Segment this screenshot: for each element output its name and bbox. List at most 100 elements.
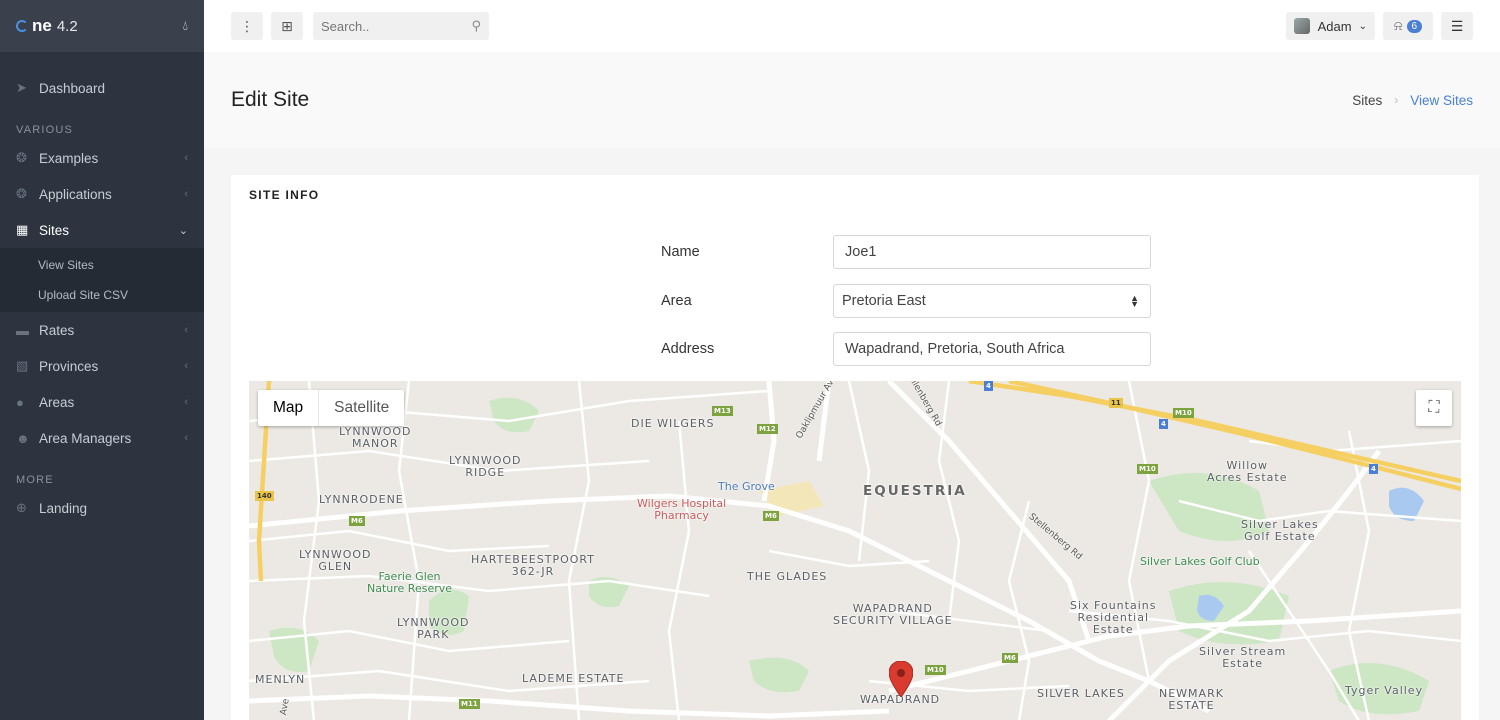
address-label: Address [661,341,715,357]
breadcrumb: Sites › View Sites [1352,93,1473,108]
road-shield-m6-3: M6 [1002,653,1018,663]
page-header: Edit Site Sites › View Sites [204,52,1500,148]
site-info-block: SITE INFO Name Joe1 Area Pretoria East ▲… [231,175,1479,720]
sidebar-heading-more: MORE [16,474,54,486]
fullscreen-button[interactable]: ⛶ [1416,390,1452,426]
notification-badge: 6 [1406,19,1423,33]
road-shield-m11: M11 [459,699,480,709]
block-title: SITE INFO [249,188,320,202]
page-title: Edit Site [231,88,310,111]
sidebar-nav: ➤ Dashboard VARIOUS ❂ Examples ‹ ❂ Appli… [0,52,204,526]
road-shield-4-3: 4 [1369,464,1378,474]
breadcrumb-view-sites[interactable]: View Sites [1410,93,1473,108]
avatar [1293,18,1310,34]
sidebar-toggle-button[interactable]: ⋮ [231,12,263,40]
sites-subnav: View Sites Upload Site CSV [0,248,204,312]
map-label-the-grove: The Grove [718,480,775,493]
sidebar-item-label: Provinces [39,358,99,374]
road-shield-m6: M6 [349,516,365,526]
sidebar-item-applications[interactable]: ❂ Applications ‹ [0,176,204,212]
user-name: Adam [1317,18,1352,34]
map-label-lynnwood-manor: LYNNWOOD MANOR [339,425,412,450]
chevron-left-icon: ‹ [184,324,188,336]
topbar: ⋮ ⊞ ⚲ Adam ⌄ ⍾ 6 ☰ [204,0,1500,52]
map-label-silver-lakes: SILVER LAKES [1037,687,1125,700]
map-label-lynnwood-park: LYNNWOOD PARK [397,616,470,641]
map-label-faerie-glen: Faerie Glen Nature Reserve [367,570,453,595]
brand-version: 4.2 [56,17,78,35]
road-shield-m10-3: M10 [925,665,946,675]
map-label-lynnwood-ridge: LYNNWOOD RIDGE [449,454,522,479]
chevron-down-icon: ⌄ [1358,20,1367,32]
road-shield-m10-2: M10 [1137,464,1158,474]
map-type-satellite-button[interactable]: Satellite [319,390,404,426]
sidebar-item-dashboard[interactable]: ➤ Dashboard [0,70,204,106]
sidebar-item-label: Areas [39,394,75,410]
road-shield-m6-2: M6 [763,511,779,521]
brand-logo[interactable]: ne 4.2 [16,16,78,36]
sidebar-item-provinces[interactable]: ▧ Provinces ‹ [0,348,204,384]
sidebar: ne 4.2 💧︎ ➤ Dashboard VARIOUS ❂ Examples… [0,0,204,720]
chevron-left-icon: ‹ [184,360,188,372]
address-row: Address Wapadrand, Pretoria, South Afric… [661,332,1151,366]
map-label-equestria: EQUESTRIA [863,483,967,499]
sidebar-subitem-upload-site-csv[interactable]: Upload Site CSV [0,280,204,310]
map-label-silver-lakes-golf-club: Silver Lakes Golf Club [1140,555,1260,568]
bulb-icon: ❂ [16,150,27,165]
sidebar-item-area-managers[interactable]: ☻ Area Managers ‹ [0,420,204,456]
name-field[interactable]: Joe1 [833,235,1151,269]
map-type-map-button[interactable]: Map [258,390,320,426]
paper-plane-icon: ➤ [16,80,27,95]
globe-icon: ⊕ [16,500,27,515]
map-marker-icon[interactable] [889,661,913,697]
search-icon[interactable]: ⚲ [471,18,481,34]
map-label-the-glades: THE GLADES [747,570,828,583]
chevron-left-icon: ‹ [184,188,188,200]
map-label-lynnwood-glen: LYNNWOOD GLEN [299,548,372,573]
user-menu-button[interactable]: Adam ⌄ [1285,12,1375,40]
sidebar-item-label: Examples [39,150,99,166]
road-shield-140: 140 [255,491,274,501]
bell-icon: ⍾ [1393,18,1403,33]
road-shield-m13: M13 [712,406,733,416]
chevron-right-icon: › [1394,93,1399,107]
theme-drop-icon[interactable]: 💧︎ [183,18,188,34]
map-label-willow-acres: Willow Acres Estate [1207,459,1288,484]
fullscreen-icon: ⛶ [1428,399,1440,416]
side-overlay-button[interactable]: ☰ [1441,12,1473,40]
building-icon: ▦ [16,222,29,237]
sidebar-item-label: Landing [39,500,88,516]
brand-name: ne [32,16,52,35]
site-map[interactable]: Map Satellite ⛶ LYNNWOOD MANOR DIE WILGE… [249,381,1461,720]
sidebar-item-landing[interactable]: ⊕ Landing [0,490,204,526]
area-select[interactable]: Pretoria East ▲ ▼ [833,284,1151,318]
search-box: ⚲ [313,12,489,40]
sidebar-subitem-view-sites[interactable]: View Sites [0,250,204,280]
sidebar-item-label: Dashboard [39,80,106,96]
map-label-newmark-estate: NEWMARK ESTATE [1159,687,1224,712]
map-label-menlyn: MENLYN [255,673,306,686]
name-label: Name [661,244,700,260]
sidebar-item-areas[interactable]: ● Areas ‹ [0,384,204,420]
road-shield-11: 11 [1109,398,1123,408]
sidebar-item-examples[interactable]: ❂ Examples ‹ [0,140,204,176]
logo-ring-icon [16,20,28,32]
map-type-control: Map Satellite [258,390,405,426]
sidebar-heading-various: VARIOUS [16,124,74,136]
map-label-hartebeestpoort: HARTEBEESTPOORT 362-JR [471,553,595,578]
chevron-down-icon: ⌄ [178,224,188,237]
road-shield-m10: M10 [1173,408,1194,418]
breadcrumb-sites[interactable]: Sites [1352,93,1382,108]
map-label-lynnrodene: LYNNRODENE [319,493,404,506]
bulb-icon: ❂ [16,186,27,201]
apps-button[interactable]: ⊞ [271,12,303,40]
sidebar-item-sites[interactable]: ▦ Sites ⌄ [0,212,204,248]
sidebar-item-rates[interactable]: ▬ Rates ‹ [0,312,204,348]
address-field[interactable]: Wapadrand, Pretoria, South Africa [833,332,1151,366]
area-row: Area Pretoria East ▲ ▼ [661,284,1151,318]
road-shield-4-2: 4 [1159,419,1168,429]
notifications-button[interactable]: ⍾ 6 [1383,12,1433,40]
map-label-die-wilgers: DIE WILGERS [631,417,715,430]
search-input[interactable] [321,18,461,34]
menu-lines-icon: ☰ [1450,17,1464,34]
